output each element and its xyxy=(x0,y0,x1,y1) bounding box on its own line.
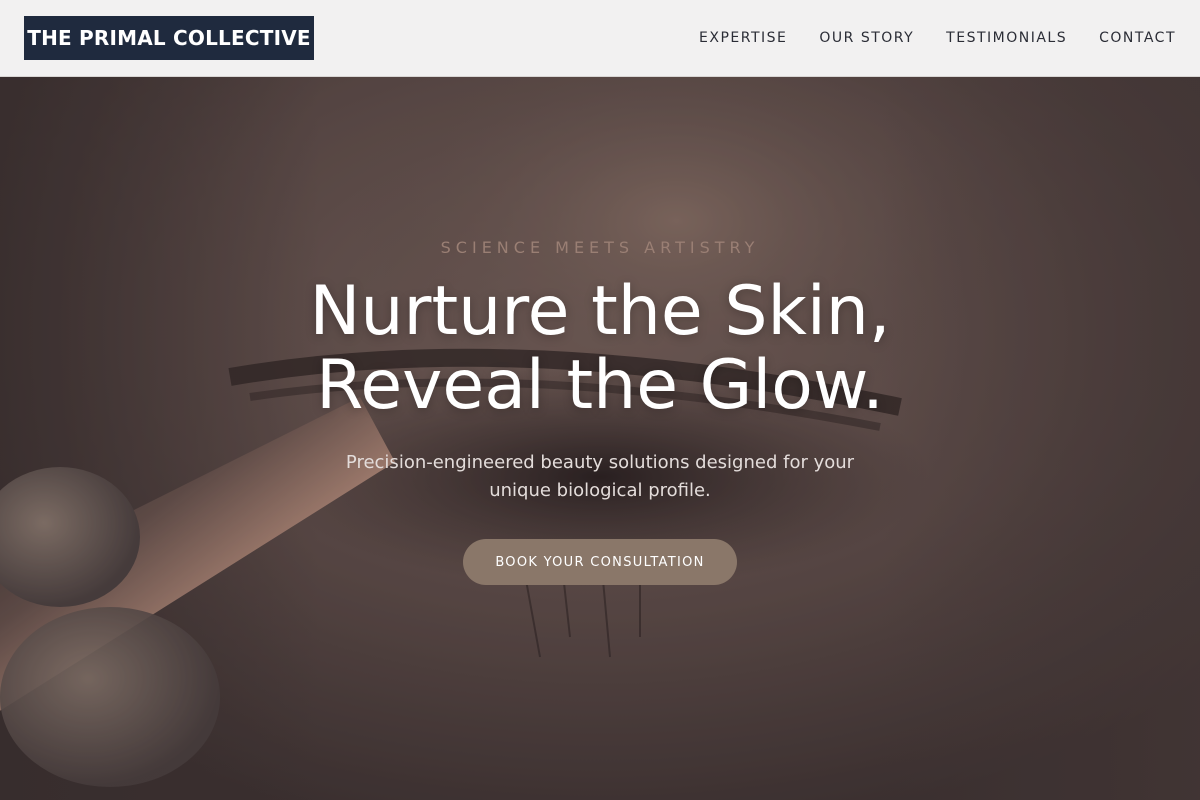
book-consultation-button[interactable]: BOOK YOUR CONSULTATION xyxy=(463,539,737,585)
nav-link-testimonials[interactable]: TESTIMONIALS xyxy=(946,30,1067,46)
hero-headline-line-1: Nurture the Skin, xyxy=(309,272,891,351)
hero-headline: Nurture the Skin, Reveal the Glow. xyxy=(310,275,891,423)
logo[interactable]: THE PRIMAL COLLECTIVE xyxy=(24,16,314,60)
nav-link-contact[interactable]: CONTACT xyxy=(1099,30,1176,46)
nav-link-our-story[interactable]: OUR STORY xyxy=(819,30,914,46)
main-nav: EXPERTISE OUR STORY TESTIMONIALS CONTACT xyxy=(699,30,1176,46)
hero-eyebrow: SCIENCE MEETS ARTISTRY xyxy=(440,238,760,257)
hero-subtext: Precision-engineered beauty solutions de… xyxy=(345,452,855,501)
site-header: THE PRIMAL COLLECTIVE EXPERTISE OUR STOR… xyxy=(0,0,1200,77)
hero-content: SCIENCE MEETS ARTISTRY Nurture the Skin,… xyxy=(0,77,1200,800)
nav-link-expertise[interactable]: EXPERTISE xyxy=(699,30,787,46)
hero-headline-line-2: Reveal the Glow. xyxy=(316,346,884,425)
